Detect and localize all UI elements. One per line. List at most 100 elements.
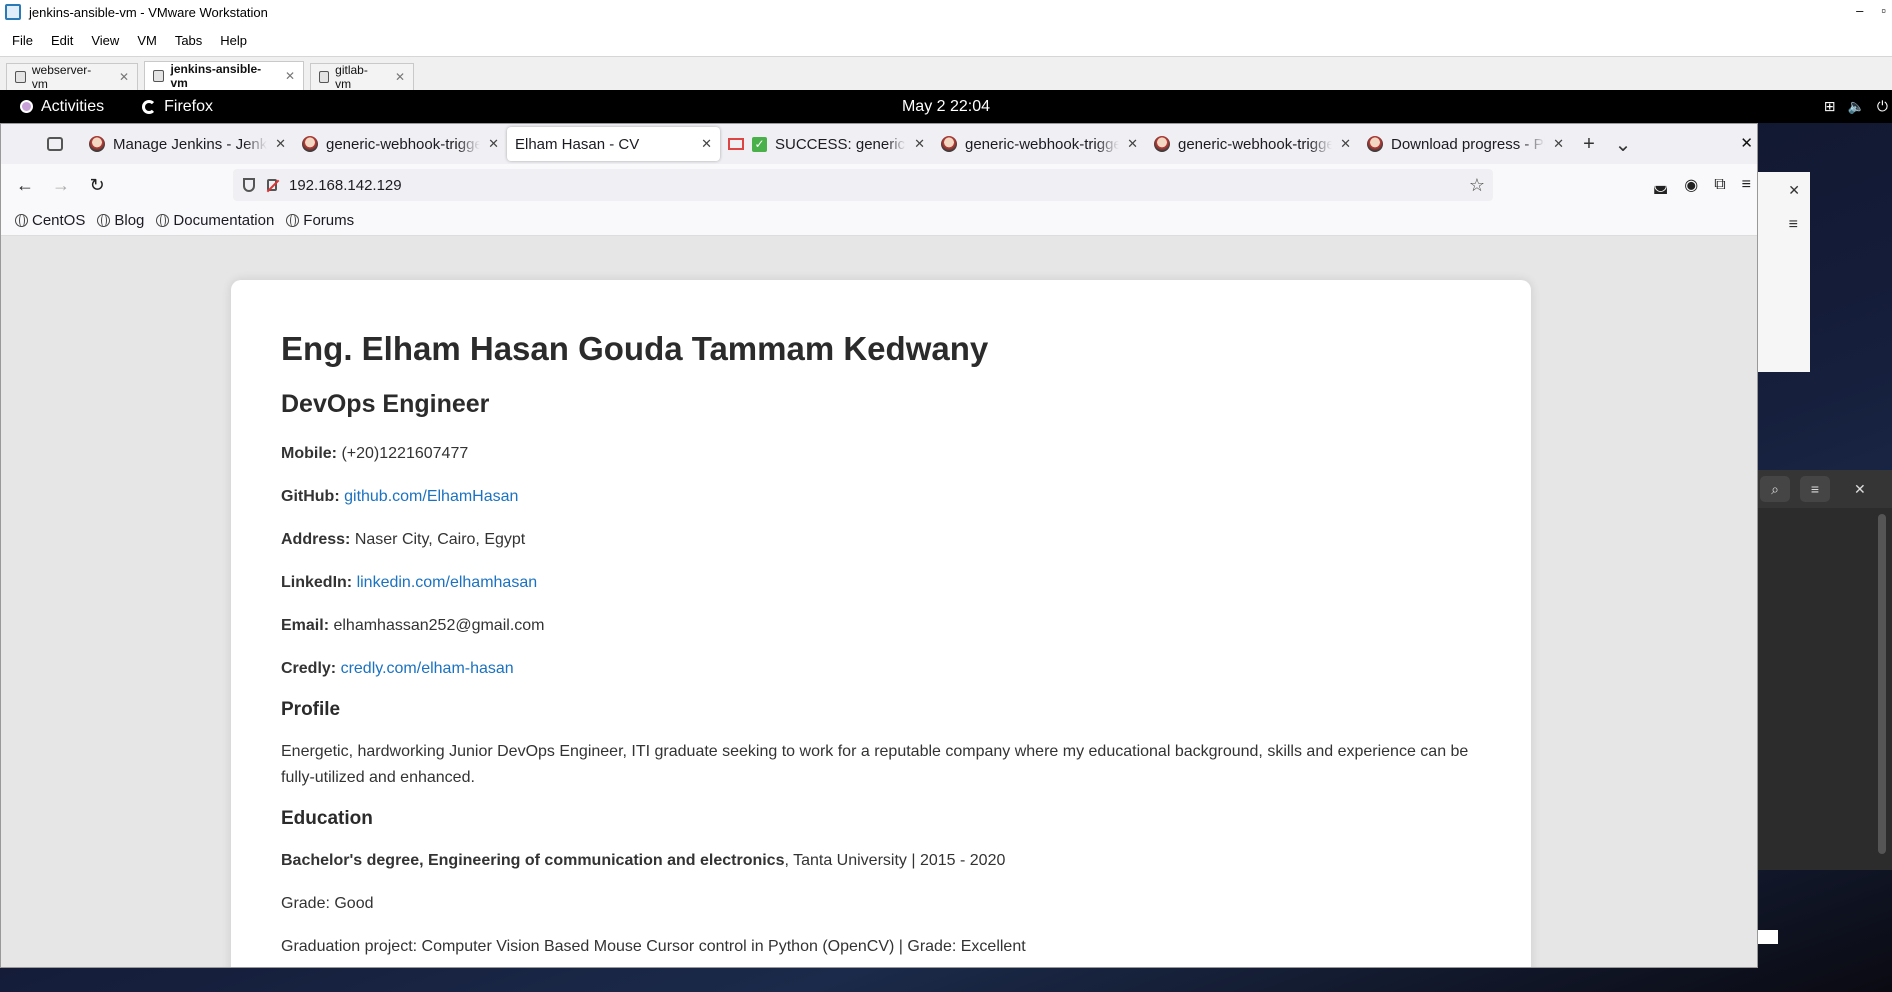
vmware-app-icon (5, 4, 21, 20)
gnome-top-bar: Activities Firefox May 2 22:04 ⊞ 🔈 ⏻ (0, 90, 1892, 123)
minimize-icon[interactable]: – (1856, 3, 1863, 18)
tab-generic-webhook-2[interactable]: generic-webhook-trigger ✕ (933, 127, 1146, 161)
vmware-tab-bar: webserver-vm ✕ jenkins-ansible-vm ✕ gitl… (0, 56, 1892, 91)
bookmark-documentation[interactable]: Documentation (156, 212, 274, 229)
app-menu-firefox[interactable]: Firefox (142, 98, 213, 116)
vm-tab-label: jenkins-ansible-vm (170, 62, 262, 90)
tab-gmail-success[interactable]: ✓ SUCCESS: generic-webhook ✕ (720, 127, 933, 161)
background-window-edge (1758, 930, 1778, 944)
activities-button[interactable]: Activities (20, 98, 104, 116)
vmware-title-bar: jenkins-ansible-vm - VMware Workstation … (0, 0, 1892, 24)
close-icon[interactable]: ✕ (1854, 481, 1866, 498)
profile-text: Energetic, hardworking Junior DevOps Eng… (281, 743, 1469, 786)
search-icon[interactable]: ⌕ (1760, 476, 1790, 502)
jenkins-favicon-icon (302, 136, 318, 152)
url-text[interactable]: 192.168.142.129 (289, 177, 402, 194)
credly-link[interactable]: credly.com/elham-hasan (341, 660, 514, 677)
cv-address: Address: Naser City, Cairo, Egypt (281, 527, 1481, 553)
vm-tab-label: webserver-vm (31, 63, 92, 91)
close-icon[interactable]: ✕ (1788, 182, 1800, 199)
close-icon[interactable]: ✕ (395, 70, 405, 84)
tracking-protection-shield-icon[interactable] (243, 178, 255, 192)
close-tab-icon[interactable]: ✕ (701, 136, 712, 152)
vm-tab-jenkins-ansible[interactable]: jenkins-ansible-vm ✕ (144, 61, 304, 90)
scrollbar[interactable] (1878, 514, 1886, 854)
hamburger-menu-icon[interactable]: ≡ (1800, 476, 1830, 502)
forward-arrow-icon[interactable]: → (43, 175, 79, 196)
field-label: Credly: (281, 660, 337, 677)
hamburger-menu-icon[interactable]: ≡ (1789, 216, 1798, 234)
new-tab-icon[interactable]: + (1572, 133, 1606, 156)
close-tab-icon[interactable]: ✕ (488, 136, 499, 152)
account-icon[interactable]: ◉ (1684, 175, 1698, 195)
vm-tab-webserver[interactable]: webserver-vm ✕ (6, 63, 138, 91)
volume-icon: 🔈 (1847, 98, 1865, 114)
network-icon: ⊞ (1823, 98, 1836, 114)
insecure-lock-icon[interactable] (267, 179, 277, 191)
reload-icon[interactable]: ↻ (79, 175, 115, 196)
maximize-icon[interactable]: ▫ (1881, 3, 1886, 18)
vmware-menu-bar: File Edit View VM Tabs Help (0, 24, 1892, 56)
hamburger-menu-icon[interactable]: ≡ (1742, 176, 1751, 194)
pocket-icon[interactable]: ◛ (1653, 175, 1669, 195)
close-tab-icon[interactable]: ✕ (1127, 136, 1138, 152)
github-link[interactable]: github.com/ElhamHasan (344, 488, 518, 505)
list-all-tabs-icon[interactable] (47, 137, 63, 151)
close-tab-icon[interactable]: ✕ (914, 136, 925, 152)
bookmark-label: CentOS (32, 212, 86, 229)
tab-label: Elham Hasan - CV (515, 135, 640, 153)
linkedin-link[interactable]: linkedin.com/elhamhasan (357, 574, 538, 591)
vm-tab-gitlab[interactable]: gitlab-vm ✕ (310, 63, 414, 91)
bookmark-label: Forums (303, 212, 355, 229)
back-arrow-icon[interactable]: ← (7, 175, 43, 196)
extensions-icon[interactable]: ⧉ (1714, 176, 1725, 194)
field-value: Naser City, Cairo, Egypt (354, 531, 526, 548)
url-bar[interactable]: 192.168.142.129 ☆ (233, 169, 1493, 201)
menu-view[interactable]: View (91, 33, 119, 48)
menu-file[interactable]: File (12, 33, 33, 48)
jenkins-favicon-icon (89, 136, 105, 152)
globe-icon (15, 214, 28, 227)
cv-linkedin: LinkedIn: linkedin.com/elhamhasan (281, 570, 1481, 596)
activities-icon (20, 100, 33, 113)
field-label: Mobile: (281, 445, 337, 462)
field-label: Address: (281, 531, 351, 548)
gmail-favicon-icon (728, 138, 744, 150)
firefox-window: Manage Jenkins - Jenkins ✕ generic-webho… (0, 123, 1758, 968)
close-icon[interactable]: ✕ (119, 70, 129, 84)
bookmark-centos[interactable]: CentOS (15, 212, 85, 229)
check-mark-icon: ✓ (752, 136, 767, 152)
cv-github: GitHub: github.com/ElhamHasan (281, 484, 1481, 510)
cv-email: Email: elhamhassan252@gmail.com (281, 613, 1481, 639)
bookmark-forums[interactable]: Forums (286, 212, 354, 229)
clock[interactable]: May 2 22:04 (902, 98, 990, 115)
tab-generic-webhook-3[interactable]: generic-webhook-trigger ✕ (1146, 127, 1359, 161)
navigation-bar: ← → ↻ 192.168.142.129 ☆ ◛ ◉ ⧉ ≡ (1, 164, 1757, 206)
jenkins-favicon-icon (941, 136, 957, 152)
system-tray[interactable]: ⊞ 🔈 ⏻ (1824, 90, 1892, 123)
close-icon[interactable]: ✕ (285, 69, 295, 83)
bookmark-blog[interactable]: Blog (97, 212, 144, 229)
tab-label: Download progress - Plugins (1391, 135, 1545, 153)
menu-help[interactable]: Help (220, 33, 247, 48)
tab-manage-jenkins[interactable]: Manage Jenkins - Jenkins ✕ (81, 127, 294, 161)
menu-tabs[interactable]: Tabs (175, 33, 202, 48)
vm-tab-label: gitlab-vm (335, 63, 368, 91)
close-window-icon[interactable]: ✕ (1740, 134, 1753, 152)
bookmark-star-icon[interactable]: ☆ (1469, 175, 1485, 196)
tab-generic-webhook-1[interactable]: generic-webhook-trigger ✕ (294, 127, 507, 161)
menu-vm[interactable]: VM (137, 33, 157, 48)
field-value: (+20)1221607477 (341, 445, 469, 462)
close-tab-icon[interactable]: ✕ (1340, 136, 1351, 152)
close-tab-icon[interactable]: ✕ (1553, 136, 1564, 152)
chevron-down-icon[interactable]: ⌄ (1606, 132, 1640, 157)
jenkins-favicon-icon (1367, 136, 1383, 152)
field-label: LinkedIn: (281, 574, 353, 591)
close-tab-icon[interactable]: ✕ (275, 136, 286, 152)
graduation-project: Graduation project: Computer Vision Base… (281, 938, 1026, 955)
tab-download-progress[interactable]: Download progress - Plugins ✕ (1359, 127, 1572, 161)
power-icon: ⏻ (1876, 98, 1888, 114)
globe-icon (156, 214, 170, 227)
tab-cv[interactable]: Elham Hasan - CV ✕ (507, 127, 720, 161)
menu-edit[interactable]: Edit (51, 33, 73, 48)
